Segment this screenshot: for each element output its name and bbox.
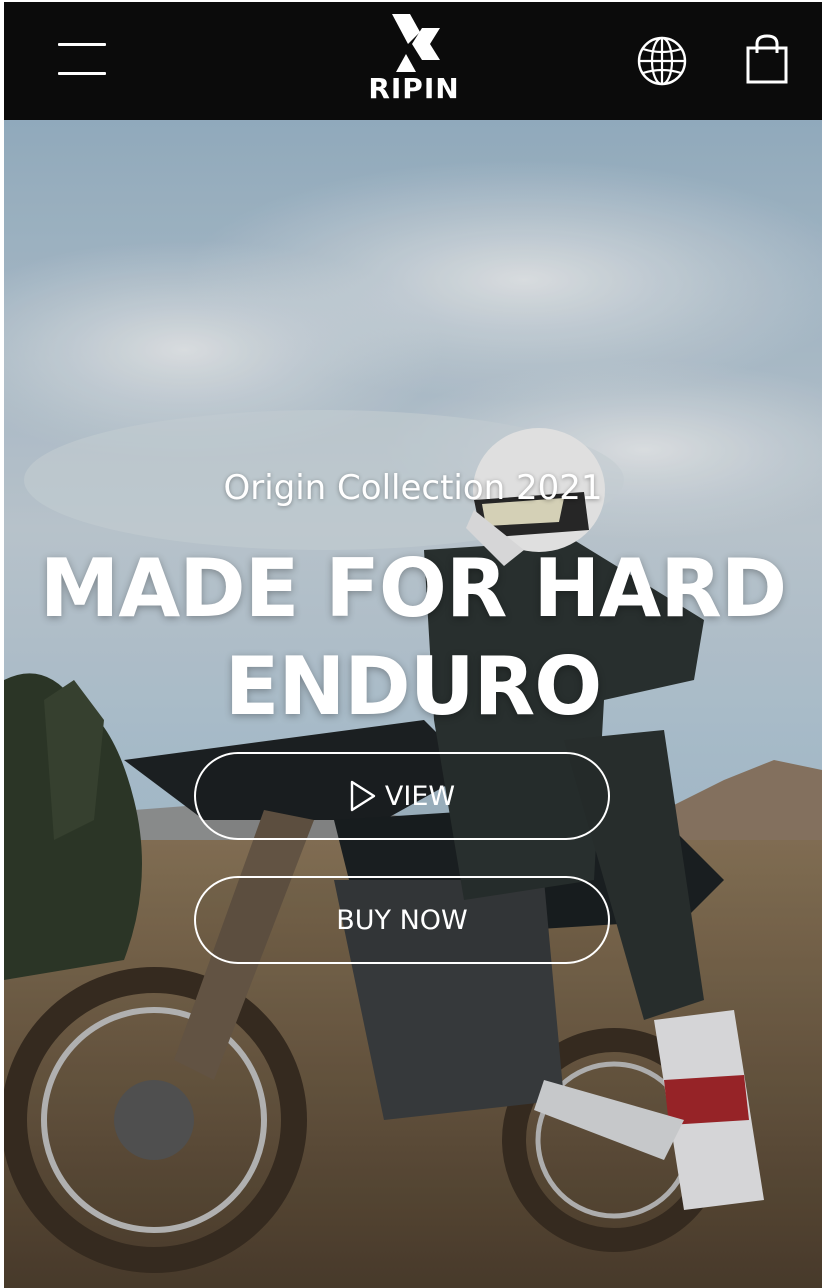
cart-button[interactable] (744, 33, 790, 85)
menu-button[interactable] (58, 40, 108, 78)
buy-now-button[interactable]: BUY NOW (194, 876, 610, 964)
hamburger-menu-icon-line (58, 72, 106, 75)
brand-wordmark: RIPIN (368, 72, 460, 105)
language-button[interactable] (636, 35, 688, 87)
buy-now-button-label: BUY NOW (336, 904, 468, 936)
shopping-bag-icon (746, 34, 788, 84)
collection-subtitle: Origin Collection 2021 (223, 468, 603, 508)
brand-logo[interactable]: RIPIN (362, 14, 466, 108)
top-navigation-bar: RIPIN (4, 2, 822, 120)
hero-banner: Origin Collection 2021 MADE FOR HARD END… (4, 120, 822, 1288)
ripin-logo-mark (392, 14, 440, 72)
app-frame: RIPIN Origin Collection 2021 MADE FOR HA… (4, 2, 822, 1288)
hero-headline: MADE FOR HARD ENDURO (39, 542, 787, 733)
hamburger-menu-icon (58, 43, 106, 46)
globe-icon (637, 36, 687, 86)
view-button-label: VIEW (384, 780, 456, 812)
play-icon (350, 780, 376, 812)
view-button[interactable]: VIEW (194, 752, 610, 840)
